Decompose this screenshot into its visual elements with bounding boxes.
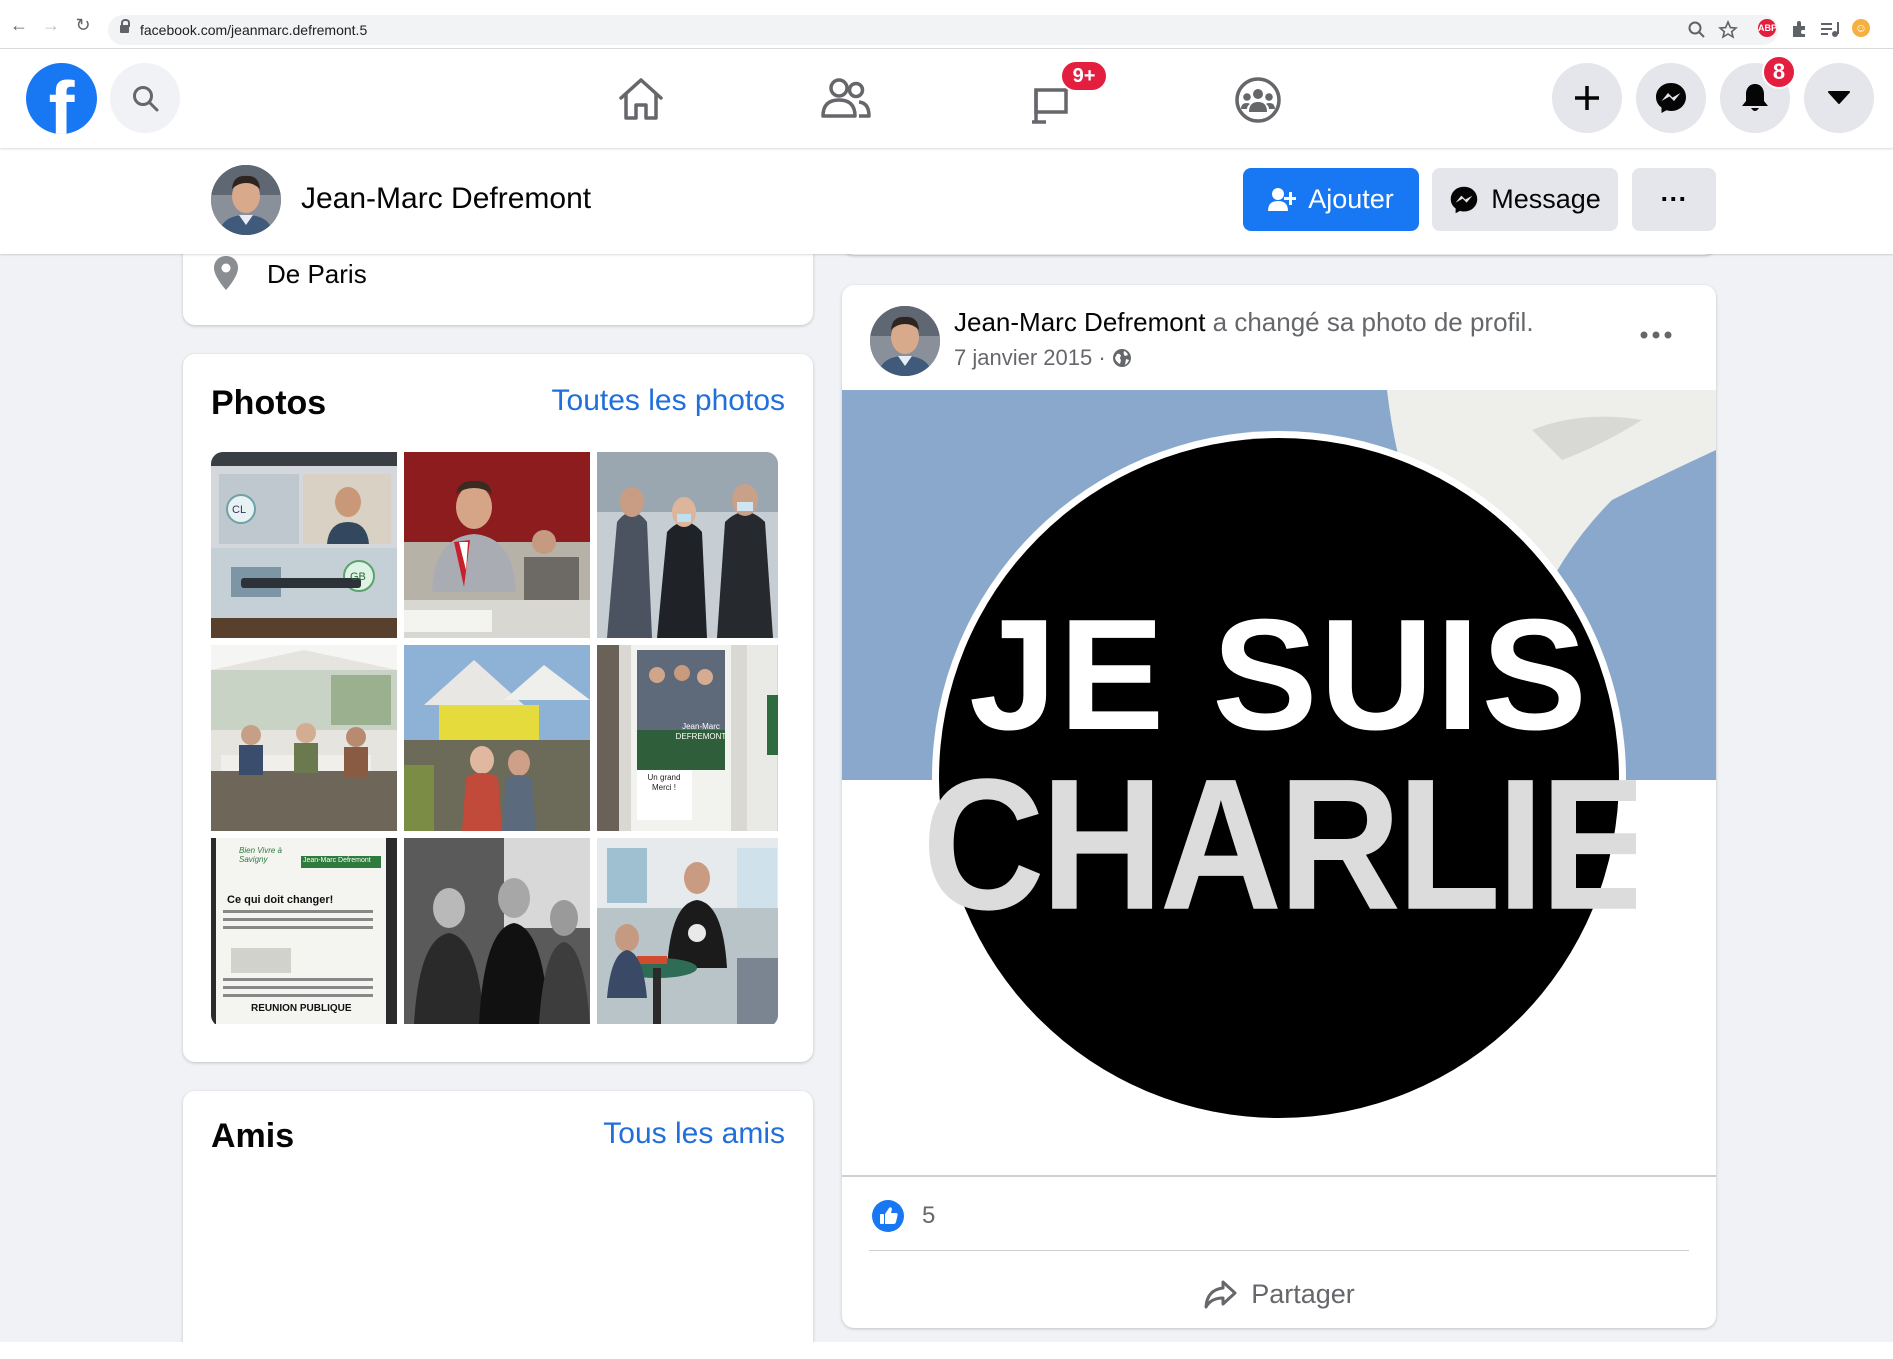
search-icon <box>133 86 159 112</box>
facebook-top-bar: f 9+ 8 <box>0 49 1893 148</box>
thumb-flyer-brand: Bien Vivre à Savigny <box>239 846 282 864</box>
post-image[interactable]: JE SUIS CHARLIE <box>842 390 1716 1165</box>
post-author-avatar[interactable] <box>870 306 940 376</box>
share-label: Partager <box>1251 1278 1355 1309</box>
home-icon[interactable] <box>613 72 669 128</box>
friends-title: Amis <box>211 1117 295 1155</box>
plus-icon <box>1575 86 1599 110</box>
thumb-gb-label: GB <box>350 571 366 583</box>
back-icon[interactable]: ← <box>8 14 30 36</box>
post-action-divider <box>869 1250 1689 1251</box>
post-image-line2: CHARLIE <box>922 751 1636 939</box>
post-author-name[interactable]: Jean-Marc Defremont <box>954 307 1205 337</box>
url-text: facebook.com/jeanmarc.defremont.5 <box>140 22 368 38</box>
profile-name: Jean-Marc Defremont <box>301 182 592 215</box>
messenger-icon <box>1450 186 1478 213</box>
more-icon: ··· <box>1660 184 1688 214</box>
photo-thumbnail[interactable] <box>597 452 778 638</box>
photo-thumbnail[interactable]: CL GB <box>211 452 397 638</box>
photo-thumbnail[interactable] <box>597 838 778 1024</box>
photo-grid: CL GB Jean-Marc DEFREMONT Un grand Merci… <box>211 452 778 1027</box>
share-button[interactable]: Partager <box>842 1257 1716 1331</box>
messenger-icon <box>1656 83 1686 113</box>
from-location: De Paris <box>267 259 367 290</box>
browser-toolbar: ← → ↻ facebook.com/jeanmarc.defremont.5 … <box>0 0 1893 49</box>
forward-icon[interactable]: → <box>40 14 62 36</box>
address-bar[interactable]: facebook.com/jeanmarc.defremont.5 <box>108 15 1778 45</box>
groups-icon[interactable] <box>1230 72 1286 128</box>
from-city[interactable]: Paris <box>307 259 366 289</box>
messenger-button[interactable] <box>1636 63 1706 133</box>
thumb-cl-label: CL <box>232 504 247 516</box>
zoom-icon[interactable] <box>1688 21 1706 39</box>
photo-thumbnail[interactable]: Bien Vivre à Savigny Jean-Marc Defremont… <box>211 838 397 1024</box>
bottom-strip <box>0 1342 1893 1359</box>
post-divider <box>842 1175 1716 1177</box>
add-friend-button[interactable]: Ajouter <box>1243 168 1419 231</box>
add-friend-icon <box>1268 187 1297 211</box>
globe-icon <box>1112 349 1131 367</box>
likes-count: 5 <box>922 1202 936 1229</box>
message-button[interactable]: Message <box>1432 168 1618 231</box>
photo-thumbnail[interactable] <box>404 452 590 638</box>
see-all-photos-link[interactable]: Toutes les photos <box>552 384 785 418</box>
location-pin-icon <box>214 256 238 290</box>
share-arrow-icon <box>1204 1280 1237 1309</box>
thumb-poster-name: Jean-Marc DEFREMONT <box>675 722 727 741</box>
profile-sticky-header: Jean-Marc Defremont Ajouter Message ··· <box>0 148 1893 254</box>
thumb-flyer-heading: Ce qui doit changer! <box>227 894 334 906</box>
bookmark-star-icon[interactable] <box>1718 20 1738 40</box>
post-card: Jean-Marc Defremont a changé sa photo de… <box>842 285 1716 1328</box>
bell-icon <box>1742 84 1768 111</box>
photos-card: Photos Toutes les photos CL GB Jean-Marc… <box>183 354 813 1062</box>
friends-card: Amis Tous les amis <box>183 1091 813 1359</box>
profile-avatar[interactable] <box>211 165 281 235</box>
post-headline: Jean-Marc Defremont a changé sa photo de… <box>954 307 1534 338</box>
photo-thumbnail[interactable] <box>211 645 397 831</box>
chevron-down-icon <box>1828 91 1850 104</box>
friends-icon[interactable] <box>818 72 874 128</box>
photo-thumbnail[interactable]: Jean-Marc DEFREMONT Un grand Merci ! <box>597 645 778 831</box>
reactions-row[interactable]: 5 <box>872 1200 935 1232</box>
add-friend-label: Ajouter <box>1308 184 1394 214</box>
post-image-line1: JE SUIS <box>969 600 1589 750</box>
post-options-icon[interactable] <box>1640 330 1672 340</box>
adblock-extension-icon[interactable]: ABP <box>1758 19 1777 37</box>
search-button[interactable] <box>110 63 180 133</box>
like-reaction-icon <box>872 1200 904 1232</box>
more-options-button[interactable]: ··· <box>1632 168 1716 231</box>
notifications-badge: 8 <box>1762 55 1796 89</box>
see-all-friends-link[interactable]: Tous les amis <box>603 1117 785 1151</box>
post-date[interactable]: 7 janvier 2015 · <box>954 345 1106 371</box>
thumb-poster-merci: Un grand Merci ! <box>647 773 681 792</box>
extensions-puzzle-icon[interactable] <box>1790 20 1808 38</box>
post-date-row: 7 janvier 2015 · <box>954 345 1132 371</box>
watch-badge: 9+ <box>1060 60 1108 92</box>
photo-thumbnail[interactable] <box>404 838 590 1024</box>
message-label: Message <box>1491 184 1601 214</box>
lock-icon <box>120 19 130 34</box>
account-menu-button[interactable] <box>1804 63 1874 133</box>
thumb-flyer-footer: REUNION PUBLIQUE <box>251 1003 352 1014</box>
reload-icon[interactable]: ↻ <box>72 14 94 36</box>
photos-title: Photos <box>211 384 327 422</box>
create-button[interactable] <box>1552 63 1622 133</box>
profile-emoji-icon[interactable]: ☺ <box>1852 19 1870 37</box>
media-control-icon[interactable] <box>1820 20 1840 38</box>
post-action-text: a changé sa photo de profil. <box>1205 307 1534 337</box>
from-prefix: De <box>267 259 308 289</box>
photo-thumbnail[interactable] <box>404 645 590 831</box>
thumb-flyer-name: Jean-Marc Defremont <box>303 857 371 864</box>
facebook-logo[interactable]: f <box>26 63 97 134</box>
